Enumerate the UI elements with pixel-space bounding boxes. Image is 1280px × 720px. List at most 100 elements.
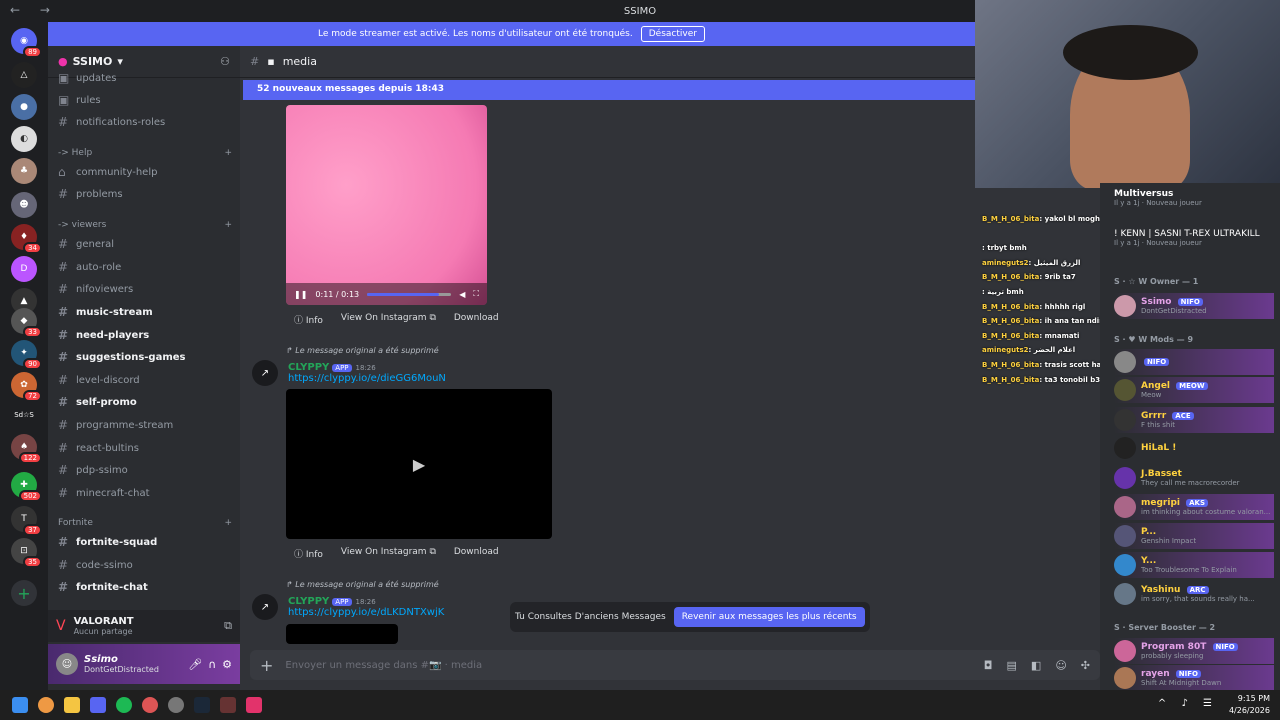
- channel-suggestions-games[interactable]: # suggestions-games: [58, 347, 232, 367]
- server-icon[interactable]: ✦ 90: [11, 340, 42, 370]
- disable-streamer-button[interactable]: Désactiver: [640, 26, 705, 42]
- pause-icon[interactable]: ❚❚: [294, 290, 307, 299]
- jump-to-present-button[interactable]: Revenir aux messages les plus récents: [673, 607, 865, 627]
- video-embed[interactable]: [286, 624, 398, 644]
- member-item[interactable]: Angel MEOW Meow: [1114, 377, 1274, 403]
- member-item[interactable]: Yashinu ARC im sorry, that sounds really …: [1114, 581, 1274, 607]
- plus-icon[interactable]: +: [224, 220, 232, 230]
- channel-level-discord[interactable]: # level-discord: [58, 370, 232, 390]
- settings-gear-icon[interactable]: ⚙: [222, 658, 232, 671]
- member-item[interactable]: Multiversus Il y a 1j · Nouveau joueur: [1114, 185, 1274, 211]
- channel-programme-stream[interactable]: # programme-stream: [58, 415, 232, 435]
- emoji-icon[interactable]: ☺: [1055, 659, 1066, 672]
- view-instagram-button[interactable]: View On Instagram ⧉: [341, 313, 436, 326]
- channel-rules[interactable]: ▣ rules: [58, 90, 232, 110]
- member-item[interactable]: megripi AKS im thinking about costume val…: [1114, 494, 1274, 520]
- server-icon[interactable]: ♣: [11, 158, 37, 184]
- server-icon[interactable]: ♦ 34: [11, 224, 42, 254]
- info-button[interactable]: ⓘ Info: [294, 313, 323, 326]
- channel-general[interactable]: # general: [58, 234, 232, 254]
- volume-icon[interactable]: ◀: [459, 290, 465, 299]
- share-screen-icon[interactable]: ⧉: [224, 619, 232, 633]
- server-icon[interactable]: ☻: [11, 192, 37, 218]
- add-server-icon[interactable]: +: [11, 580, 37, 606]
- game-icon[interactable]: [220, 697, 236, 713]
- user-info[interactable]: Ssimo DontGetDistracted: [84, 654, 159, 674]
- chrome-profile-icon[interactable]: [142, 697, 158, 713]
- channel-fortnite-chat[interactable]: # fortnite-chat: [58, 577, 232, 597]
- sticker-icon[interactable]: ◧: [1031, 659, 1041, 672]
- video-embed[interactable]: ▶: [286, 389, 552, 539]
- member-item[interactable]: Y... Too Troublesome To Explain: [1114, 552, 1274, 578]
- discord-taskbar-icon[interactable]: [90, 697, 106, 713]
- channel-nifoviewers[interactable]: # nifoviewers: [58, 279, 232, 299]
- author-name[interactable]: CLYPPY: [288, 596, 329, 607]
- message-link[interactable]: https://clyppy.io/e/dieGG6MouN: [288, 373, 446, 384]
- channel-react-bultins[interactable]: # react-bultins: [58, 438, 232, 458]
- member-item[interactable]: ! KENN | SASNI T-REX ULTRAKILL Il y a 1j …: [1114, 221, 1274, 255]
- server-icon[interactable]: ●: [11, 94, 37, 120]
- avatar[interactable]: ↗: [252, 594, 278, 620]
- info-button[interactable]: ⓘ Info: [294, 547, 323, 560]
- category-viewers[interactable]: -> viewers +: [58, 220, 232, 230]
- member-item[interactable]: J.Basset They call me macrorecorder: [1114, 465, 1274, 491]
- member-item[interactable]: Grrrr ACE F this shit: [1114, 407, 1274, 433]
- channel-fortnite-squad[interactable]: # fortnite-squad: [58, 532, 232, 552]
- view-instagram-button[interactable]: View On Instagram ⧉: [341, 547, 436, 560]
- add-attachment-icon[interactable]: +: [260, 656, 273, 675]
- gift-icon[interactable]: ◘: [984, 659, 993, 672]
- server-icon[interactable]: △: [11, 62, 37, 88]
- channel-self-promo[interactable]: # self-promo: [58, 392, 232, 412]
- avatar[interactable]: ↗: [252, 360, 278, 386]
- invite-icon[interactable]: ⚇: [220, 55, 230, 68]
- channel-updates[interactable]: ▣ updates: [58, 68, 232, 88]
- member-item[interactable]: Program 80T NIFO probably sleeping: [1114, 638, 1274, 664]
- steam-icon[interactable]: [194, 697, 210, 713]
- download-button[interactable]: Download: [454, 547, 499, 560]
- message-link[interactable]: https://clyppy.io/e/dLKDNTXwjK: [288, 607, 444, 618]
- channel-community-help[interactable]: ⌂ community-help: [58, 162, 232, 182]
- discord-home-icon[interactable]: ◉ 89: [11, 28, 42, 58]
- file-explorer-icon[interactable]: [64, 697, 80, 713]
- channel-code-ssimo[interactable]: # code-ssimo: [58, 555, 232, 575]
- server-icon[interactable]: ✚ 502: [11, 472, 42, 502]
- server-icon[interactable]: ◐: [11, 126, 37, 152]
- system-tray[interactable]: ^ ♪ ☰: [1158, 698, 1218, 709]
- windows-start-icon[interactable]: [12, 697, 28, 713]
- headphones-icon[interactable]: ∩: [208, 658, 216, 671]
- avatar[interactable]: ☺: [56, 653, 78, 675]
- member-item[interactable]: Ssimo NIFO DontGetDistracted: [1114, 293, 1274, 319]
- gif-icon[interactable]: ▤: [1007, 659, 1017, 672]
- chrome-icon[interactable]: [38, 697, 54, 713]
- category-help[interactable]: -> Help +: [58, 148, 232, 158]
- apps-icon[interactable]: ✣: [1081, 659, 1090, 672]
- microphone-icon[interactable]: 🎤︎: [188, 658, 202, 671]
- server-icon[interactable]: ◆ 33: [11, 308, 42, 338]
- channel-music-stream[interactable]: # music-stream: [58, 302, 232, 322]
- channel-minecraft-chat[interactable]: # minecraft-chat: [58, 483, 232, 503]
- video-player[interactable]: ❚❚ 0:11 / 0:13 ◀ ⛶: [286, 105, 487, 305]
- channel-auto-role[interactable]: # auto-role: [58, 257, 232, 277]
- member-item[interactable]: rayen NIFO Shift At Midnight Dawn: [1114, 665, 1274, 691]
- server-icon[interactable]: ⊡ 35: [11, 538, 42, 568]
- channel-need-players[interactable]: # need-players: [58, 325, 232, 345]
- server-icon[interactable]: ♠ 122: [11, 434, 42, 464]
- clock[interactable]: 9:15 PM 4/26/2026: [1229, 693, 1270, 717]
- nav-arrows[interactable]: ← →: [10, 3, 58, 17]
- video-progress[interactable]: [367, 292, 452, 296]
- category-fortnite[interactable]: Fortnite +: [58, 518, 232, 528]
- message-input[interactable]: + Envoyer un message dans #📷 · media ◘ ▤…: [250, 650, 1100, 680]
- channel-problems[interactable]: # problems: [58, 184, 232, 204]
- play-icon[interactable]: ▶: [413, 455, 425, 474]
- server-icon[interactable]: Sd☆S: [11, 402, 37, 428]
- server-icon[interactable]: D: [11, 256, 37, 282]
- author-name[interactable]: CLYPPY: [288, 362, 329, 373]
- spotify-icon[interactable]: [116, 697, 132, 713]
- fullscreen-icon[interactable]: ⛶: [473, 289, 479, 299]
- obs-icon[interactable]: [168, 697, 184, 713]
- download-button[interactable]: Download: [454, 313, 499, 326]
- new-messages-bar[interactable]: 52 nouveaux messages depuis 18:43: [243, 80, 975, 100]
- channel-notifications-roles[interactable]: # notifications-roles: [58, 112, 232, 132]
- plus-icon[interactable]: +: [224, 518, 232, 528]
- member-item[interactable]: NIFO: [1114, 349, 1274, 375]
